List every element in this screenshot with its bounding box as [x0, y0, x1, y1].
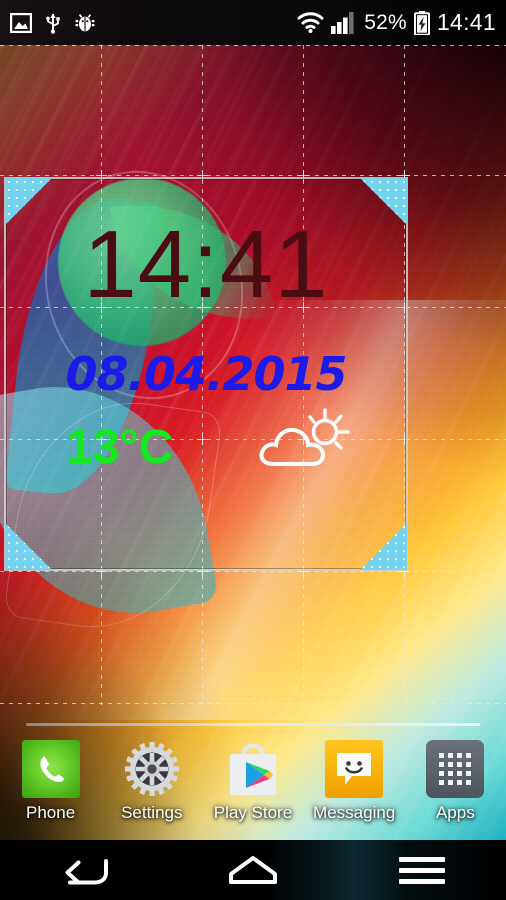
- navigation-bar: [0, 840, 506, 900]
- dock-item-play-store[interactable]: Play Store: [205, 740, 301, 821]
- dock: Phone Settings Play Store Messaging Apps: [0, 735, 506, 840]
- wifi-icon: [297, 12, 324, 33]
- dock-label-play-store: Play Store: [213, 803, 293, 822]
- status-bar-left-icons: [10, 12, 96, 34]
- dock-label-settings: Settings: [121, 803, 183, 822]
- back-button[interactable]: [0, 840, 169, 900]
- apps-grid-icon: [426, 740, 485, 798]
- dock-item-messaging[interactable]: Messaging: [306, 740, 402, 821]
- bug-icon: [75, 13, 95, 31]
- message-bubble-icon: [325, 740, 384, 798]
- phone-handset-icon: [21, 740, 80, 798]
- dock-item-apps[interactable]: Apps: [407, 740, 503, 821]
- battery-percent-label: 52%: [364, 10, 407, 34]
- widget-temperature: 13°C: [66, 421, 174, 474]
- menu-lines-icon: [398, 856, 445, 884]
- partly-cloudy-icon: [251, 407, 351, 477]
- resize-handle-bottom-left[interactable]: [5, 523, 52, 570]
- dock-item-settings[interactable]: Settings: [104, 740, 200, 821]
- widget-date: 08.04.2015: [65, 347, 347, 401]
- status-bar-right-icons: 52% 14:41: [297, 9, 496, 36]
- menu-button[interactable]: [337, 840, 506, 900]
- resize-handle-bottom-right[interactable]: [360, 523, 407, 570]
- clock-weather-widget[interactable]: 14:41 08.04.2015 13°C: [4, 177, 408, 571]
- home-button[interactable]: [169, 840, 338, 900]
- image-icon: [10, 12, 32, 33]
- home-icon: [229, 856, 277, 884]
- dock-label-messaging: Messaging: [313, 803, 396, 822]
- play-store-bag-icon: [224, 740, 282, 798]
- page-indicator-divider: [26, 723, 480, 726]
- widget-time: 14:41: [83, 211, 329, 318]
- battery-charging-icon: [413, 10, 430, 35]
- signal-bars-icon: [331, 11, 354, 34]
- status-bar[interactable]: 52% 14:41: [0, 0, 506, 45]
- status-bar-clock: 14:41: [436, 9, 496, 35]
- android-home-screen: 52% 14:41 14:41 08.04.2015 13°C Phone Se…: [0, 0, 506, 900]
- usb-icon: [46, 13, 60, 34]
- dock-label-apps: Apps: [435, 803, 475, 822]
- dock-label-phone: Phone: [26, 803, 76, 822]
- dock-item-phone[interactable]: Phone: [3, 740, 99, 821]
- back-arrow-icon: [65, 859, 109, 885]
- gear-icon: [123, 740, 181, 798]
